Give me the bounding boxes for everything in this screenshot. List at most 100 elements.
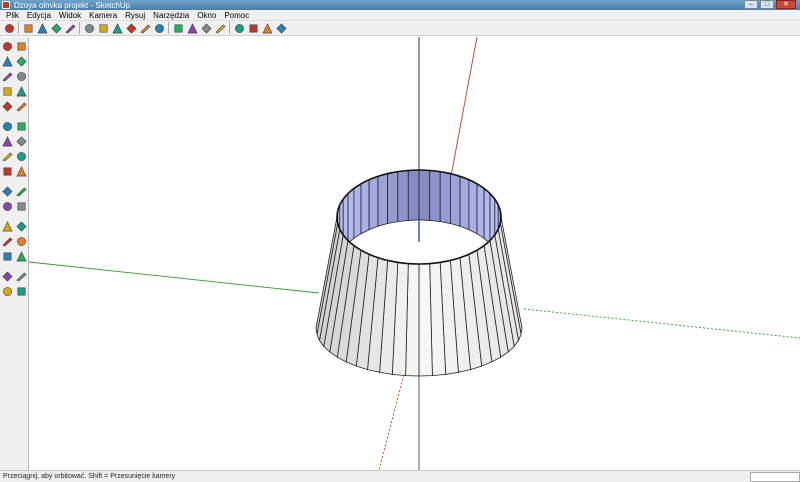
window-title: Dzoya olnvka projekt - SketchUp bbox=[14, 0, 131, 10]
inner-face[interactable] bbox=[397, 169, 409, 223]
inner-face[interactable] bbox=[368, 175, 379, 231]
menu-tools[interactable]: Narzędzia bbox=[149, 11, 193, 20]
status-bar: Przeciągnij, aby orbitować. Shift = Prze… bbox=[0, 470, 800, 482]
section-plane-icon[interactable] bbox=[15, 284, 28, 298]
green-axis bbox=[29, 261, 320, 294]
pencil-icon[interactable] bbox=[22, 22, 34, 34]
inner-face[interactable] bbox=[439, 171, 451, 224]
inner-face[interactable] bbox=[360, 179, 370, 235]
push-pull-icon[interactable] bbox=[111, 22, 123, 34]
lampshade-model[interactable] bbox=[315, 169, 523, 377]
arc-icon[interactable] bbox=[15, 84, 28, 98]
palette-row bbox=[0, 149, 28, 164]
select-icon[interactable] bbox=[1, 39, 14, 53]
rectangle-icon[interactable] bbox=[1, 69, 14, 83]
circle-icon[interactable] bbox=[50, 22, 62, 34]
offset-icon[interactable] bbox=[153, 22, 165, 34]
model-scene[interactable] bbox=[29, 37, 800, 470]
circle-icon[interactable] bbox=[1, 84, 14, 98]
text-icon[interactable] bbox=[15, 184, 28, 198]
zoom-extents-icon[interactable] bbox=[1, 249, 14, 263]
line-icon[interactable] bbox=[15, 69, 28, 83]
inner-face[interactable] bbox=[353, 183, 362, 240]
inner-face[interactable] bbox=[418, 169, 431, 221]
inner-face[interactable] bbox=[377, 173, 389, 227]
menu-edit[interactable]: Edycja bbox=[23, 11, 55, 20]
component-icon[interactable] bbox=[15, 54, 28, 68]
inner-face[interactable] bbox=[407, 169, 420, 221]
palette-row bbox=[0, 84, 28, 99]
inner-face[interactable] bbox=[429, 169, 441, 223]
move-icon[interactable] bbox=[125, 22, 137, 34]
freehand-icon[interactable] bbox=[15, 99, 28, 113]
eraser-icon[interactable] bbox=[15, 39, 28, 53]
protractor-icon[interactable] bbox=[1, 184, 14, 198]
inner-face[interactable] bbox=[476, 183, 485, 240]
arc-icon[interactable] bbox=[64, 22, 76, 34]
status-hint: Przeciągnij, aby orbitować. Shift = Prze… bbox=[3, 473, 176, 480]
inner-face[interactable] bbox=[449, 173, 461, 227]
add-location-icon[interactable] bbox=[233, 22, 245, 34]
orbit-icon[interactable] bbox=[1, 219, 14, 233]
pan-icon[interactable] bbox=[15, 219, 28, 233]
push-pull-icon[interactable] bbox=[15, 119, 28, 133]
drawing-area[interactable] bbox=[29, 37, 800, 470]
close-button[interactable]: ✕ bbox=[776, 0, 796, 9]
zoom-icon[interactable] bbox=[1, 234, 14, 248]
minimize-button[interactable]: – bbox=[744, 0, 758, 9]
look-around-icon[interactable] bbox=[15, 269, 28, 283]
tape-measure-icon[interactable] bbox=[1, 164, 14, 178]
zoom-window-icon[interactable] bbox=[15, 234, 28, 248]
scale-icon[interactable] bbox=[1, 149, 14, 163]
paint-bucket-icon[interactable] bbox=[1, 54, 14, 68]
position-camera-icon[interactable] bbox=[1, 269, 14, 283]
menu-draw[interactable]: Rysuj bbox=[121, 11, 149, 20]
axes-icon[interactable] bbox=[1, 199, 14, 213]
red-axis bbox=[448, 37, 478, 188]
toggle-terrain-icon[interactable] bbox=[247, 22, 259, 34]
inner-face[interactable] bbox=[347, 187, 355, 245]
menu-help[interactable]: Pomoc bbox=[220, 11, 253, 20]
toolbar-separator bbox=[79, 22, 80, 34]
rotate-icon[interactable] bbox=[139, 22, 151, 34]
menu-bar: Plik Edycja Widok Kamera Rysuj Narzędzia… bbox=[0, 10, 800, 21]
palette-row bbox=[0, 234, 28, 249]
palette-row bbox=[0, 119, 28, 134]
palette-row bbox=[0, 164, 28, 179]
select-icon[interactable] bbox=[3, 22, 15, 34]
menu-file[interactable]: Plik bbox=[2, 11, 23, 20]
inner-face[interactable] bbox=[459, 175, 470, 231]
paint-bucket-icon[interactable] bbox=[97, 22, 109, 34]
zoom-extents-icon[interactable] bbox=[214, 22, 226, 34]
get-models-icon[interactable] bbox=[261, 22, 273, 34]
orbit-icon[interactable] bbox=[172, 22, 184, 34]
inner-face[interactable] bbox=[387, 171, 399, 224]
inner-face[interactable] bbox=[483, 187, 491, 245]
maximize-button[interactable]: □ bbox=[760, 0, 774, 9]
menu-camera[interactable]: Kamera bbox=[85, 11, 121, 20]
inner-face[interactable] bbox=[468, 179, 478, 235]
title-bar: Dzoya olnvka projekt - SketchUp – □ ✕ bbox=[0, 0, 800, 10]
measurements-box[interactable] bbox=[750, 472, 800, 482]
menu-view[interactable]: Widok bbox=[55, 11, 85, 20]
dimension-icon[interactable] bbox=[15, 164, 28, 178]
offset-icon[interactable] bbox=[15, 149, 28, 163]
palette-row bbox=[0, 99, 28, 114]
palette-row bbox=[0, 39, 28, 54]
move-icon[interactable] bbox=[1, 119, 14, 133]
eraser-icon[interactable] bbox=[83, 22, 95, 34]
walk-icon[interactable] bbox=[1, 284, 14, 298]
previous-view-icon[interactable] bbox=[15, 249, 28, 263]
share-model-icon[interactable] bbox=[275, 22, 287, 34]
follow-me-icon[interactable] bbox=[15, 134, 28, 148]
rotate-icon[interactable] bbox=[1, 134, 14, 148]
polygon-icon[interactable] bbox=[1, 99, 14, 113]
menu-window[interactable]: Okno bbox=[193, 11, 220, 20]
palette-row bbox=[0, 269, 28, 284]
outer-face[interactable] bbox=[418, 263, 433, 377]
pan-icon[interactable] bbox=[186, 22, 198, 34]
rectangle-icon[interactable] bbox=[36, 22, 48, 34]
palette-row bbox=[0, 199, 28, 214]
zoom-icon[interactable] bbox=[200, 22, 212, 34]
3d-text-icon[interactable] bbox=[15, 199, 28, 213]
